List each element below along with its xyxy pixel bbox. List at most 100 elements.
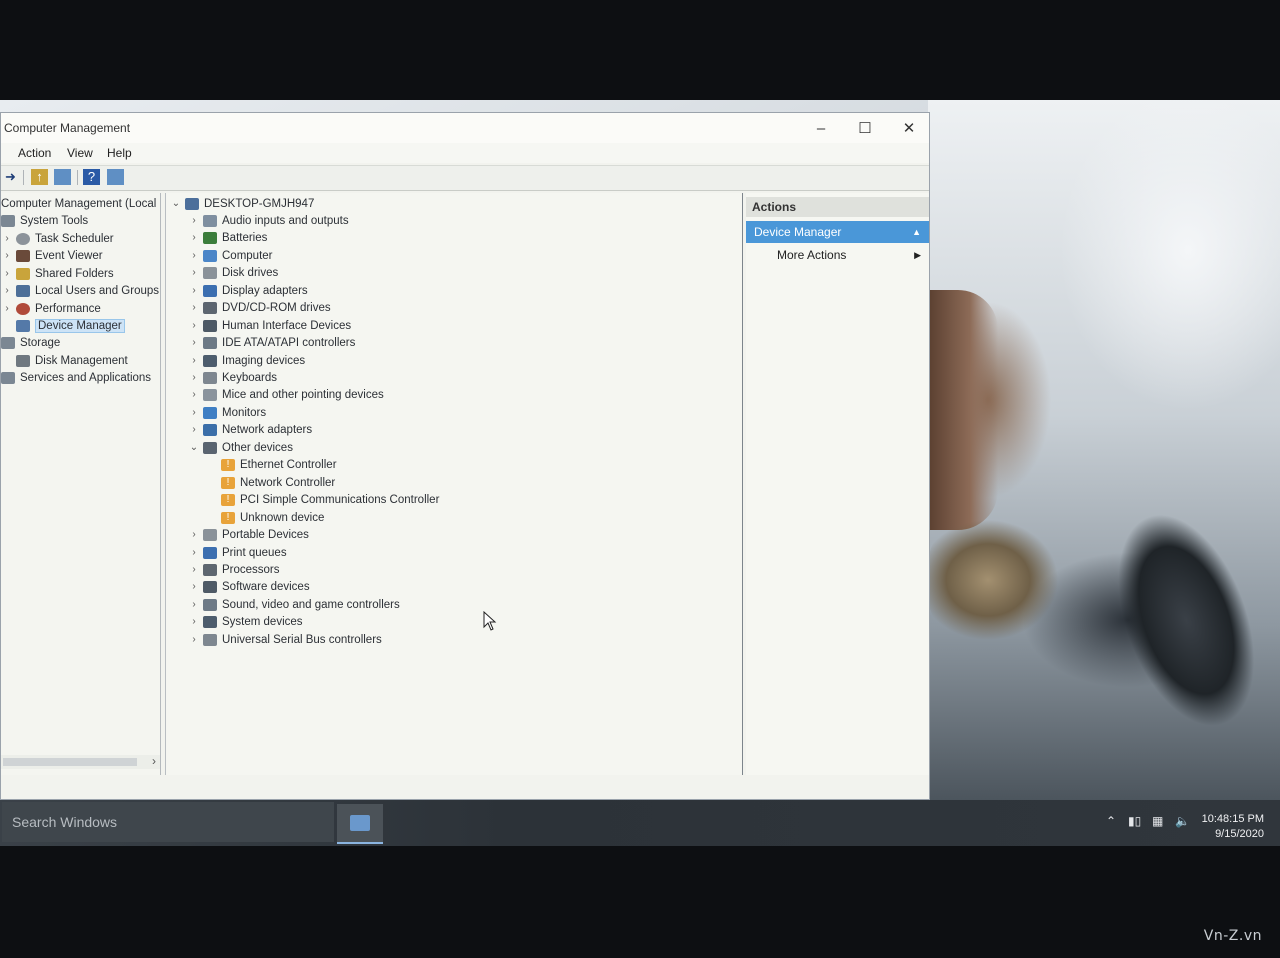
chevron-down-icon[interactable]: ⌄ [170, 198, 182, 209]
maximize-button[interactable]: ☐ [843, 115, 887, 141]
up-folder-icon[interactable]: ↑ [31, 169, 48, 185]
network-icon[interactable]: ▦ [1152, 814, 1163, 828]
tree-local-users[interactable]: › Local Users and Groups [1, 282, 159, 299]
tree-label: System Tools [20, 214, 89, 227]
device-category-icon [203, 528, 217, 541]
search-input[interactable]: Search Windows [2, 802, 334, 842]
device-category[interactable]: › Computer [188, 247, 273, 264]
chevron-right-icon[interactable]: › [188, 267, 200, 278]
device-category[interactable]: › System devices [188, 613, 303, 630]
chevron-right-icon[interactable]: › [1, 285, 13, 296]
menu-view[interactable]: View [67, 146, 93, 160]
show-hide-console-tree-icon[interactable] [54, 169, 71, 185]
taskbar-app-computer-management[interactable] [337, 804, 383, 844]
title-bar[interactable]: Computer Management – ☐ ✕ [1, 113, 929, 143]
chevron-right-icon[interactable]: › [188, 389, 200, 400]
device-category[interactable]: ⌄ Other devices [188, 439, 293, 456]
battery-icon[interactable]: ▮▯ [1128, 814, 1141, 828]
tree-device-manager[interactable]: Device Manager [1, 317, 125, 334]
tree-services[interactable]: Services and Applications [1, 369, 151, 386]
chevron-right-icon[interactable]: › [188, 581, 200, 592]
menu-action[interactable]: Action [18, 146, 51, 160]
unknown-device[interactable]: ! Unknown device [206, 509, 324, 526]
device-category[interactable]: › Sound, video and game controllers [188, 596, 400, 613]
minimize-button[interactable]: – [799, 115, 843, 141]
device-category[interactable]: › DVD/CD-ROM drives [188, 299, 331, 316]
chevron-right-icon[interactable]: › [188, 547, 200, 558]
tree-system-tools[interactable]: System Tools [1, 212, 88, 229]
chevron-right-icon[interactable]: › [188, 616, 200, 627]
chevron-right-icon[interactable]: › [188, 232, 200, 243]
tree-storage[interactable]: Storage [1, 334, 60, 351]
device-category[interactable]: › Portable Devices [188, 526, 309, 543]
device-category-label: Audio inputs and outputs [222, 214, 349, 227]
chevron-right-icon[interactable]: › [188, 529, 200, 540]
wallpaper-figure-arm [928, 290, 998, 530]
menu-help[interactable]: Help [107, 146, 132, 160]
forward-icon[interactable]: ➜ [2, 169, 19, 185]
close-button[interactable]: ✕ [887, 115, 931, 141]
chevron-right-icon[interactable]: › [188, 250, 200, 261]
chevron-right-icon[interactable]: › [188, 320, 200, 331]
chevron-right-icon[interactable]: › [1, 303, 13, 314]
horizontal-scrollbar[interactable]: › [1, 754, 160, 769]
chevron-right-icon[interactable]: › [1, 233, 13, 244]
chevron-right-icon[interactable]: › [1, 250, 13, 261]
chevron-right-icon[interactable]: › [188, 372, 200, 383]
device-category[interactable]: › Print queues [188, 544, 287, 561]
chevron-right-icon[interactable]: › [188, 634, 200, 645]
more-actions-item[interactable]: More Actions ▶ [746, 245, 929, 265]
actions-selected-label: Device Manager [754, 225, 842, 239]
unknown-device[interactable]: ! Ethernet Controller [206, 456, 337, 473]
device-category-icon [203, 371, 217, 384]
clock[interactable]: 10:48:15 PM 9/15/2020 [1202, 812, 1264, 842]
tree-root[interactable]: Computer Management (Local [1, 195, 156, 212]
unknown-device[interactable]: ! Network Controller [206, 474, 335, 491]
chevron-right-icon[interactable]: › [188, 285, 200, 296]
device-category[interactable]: › Disk drives [188, 264, 278, 281]
volume-icon[interactable]: 🔈 [1175, 814, 1190, 828]
search-placeholder: Search Windows [12, 814, 118, 830]
tree-disk-management[interactable]: Disk Management [1, 352, 128, 369]
tree-performance[interactable]: › Performance [1, 300, 101, 317]
chevron-right-icon[interactable]: › [188, 215, 200, 226]
watermark: Vn-Z.vn [1203, 928, 1262, 944]
chevron-down-icon[interactable]: ⌄ [188, 442, 200, 453]
device-category[interactable]: › Universal Serial Bus controllers [188, 631, 382, 648]
properties-icon[interactable] [107, 169, 124, 185]
tree-task-scheduler[interactable]: › Task Scheduler [1, 230, 114, 247]
device-category[interactable]: › Batteries [188, 229, 267, 246]
scrollbar-thumb[interactable] [3, 758, 137, 766]
device-category[interactable]: › IDE ATA/ATAPI controllers [188, 334, 355, 351]
chevron-right-icon[interactable]: › [188, 302, 200, 313]
chevron-right-icon[interactable]: › [188, 424, 200, 435]
chevron-right-icon[interactable]: › [188, 355, 200, 366]
device-category-label: Monitors [222, 406, 267, 419]
chevron-right-icon[interactable]: › [188, 564, 200, 575]
device-root[interactable]: ⌄ DESKTOP-GMJH947 [170, 195, 314, 212]
device-category[interactable]: › Network adapters [188, 421, 312, 438]
device-category[interactable]: › Keyboards [188, 369, 277, 386]
actions-device-manager[interactable]: Device Manager ▲ [746, 221, 929, 243]
device-category[interactable]: › Imaging devices [188, 352, 305, 369]
chevron-right-icon[interactable]: › [188, 337, 200, 348]
device-category[interactable]: › Human Interface Devices [188, 317, 351, 334]
chevron-up-icon[interactable]: ⌃ [1106, 814, 1116, 828]
collapse-up-icon[interactable]: ▲ [904, 221, 921, 243]
device-category[interactable]: › Software devices [188, 578, 310, 595]
chevron-right-icon[interactable]: › [188, 407, 200, 418]
services-icon [1, 371, 15, 384]
device-category[interactable]: › Monitors [188, 404, 266, 421]
chevron-right-icon[interactable]: › [1, 268, 13, 279]
chevron-right-icon[interactable]: › [188, 599, 200, 610]
device-category-icon [203, 423, 217, 436]
device-category[interactable]: › Audio inputs and outputs [188, 212, 349, 229]
device-category[interactable]: › Display adapters [188, 282, 308, 299]
unknown-device[interactable]: ! PCI Simple Communications Controller [206, 491, 439, 508]
tree-shared-folders[interactable]: › Shared Folders [1, 265, 114, 282]
device-category[interactable]: › Processors [188, 561, 280, 578]
tree-event-viewer[interactable]: › Event Viewer [1, 247, 103, 264]
scroll-right-icon[interactable]: › [152, 754, 156, 768]
help-icon[interactable]: ? [83, 169, 100, 185]
device-category[interactable]: › Mice and other pointing devices [188, 386, 384, 403]
